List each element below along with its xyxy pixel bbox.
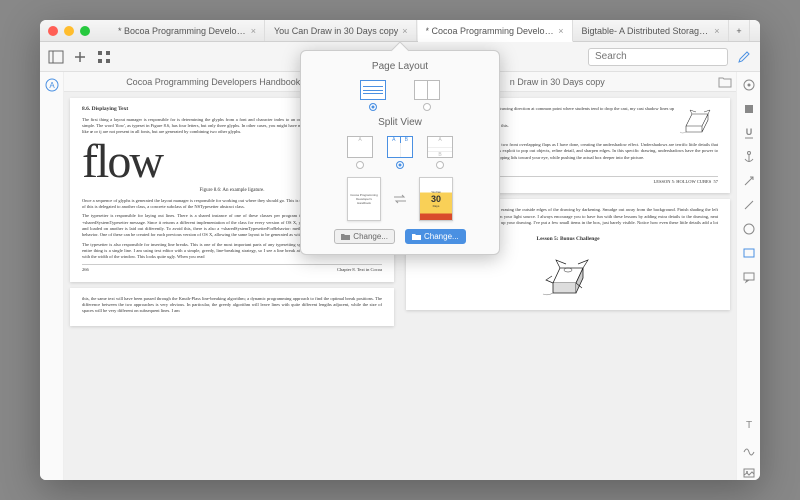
layout-popover: Page Layout Split View A AB AB Cocoa Pro… xyxy=(300,50,500,255)
radio-icon xyxy=(356,161,364,169)
search-input[interactable] xyxy=(588,48,728,66)
close-icon[interactable]: × xyxy=(402,26,407,36)
popover-section-title: Page Layout xyxy=(311,61,489,72)
image-icon[interactable] xyxy=(742,466,756,480)
page-number: 266 xyxy=(82,267,89,273)
underline-icon[interactable]: U xyxy=(742,126,756,140)
split-horizontal-option[interactable]: AB xyxy=(387,136,413,169)
add-button[interactable] xyxy=(72,49,88,65)
highlight-icon[interactable] xyxy=(742,102,756,116)
annotations-icon[interactable]: A xyxy=(45,78,59,92)
edit-button[interactable] xyxy=(736,49,752,65)
change-left-button[interactable]: Change... xyxy=(334,229,395,244)
close-icon[interactable]: × xyxy=(251,26,256,36)
radio-selected-icon xyxy=(396,161,404,169)
rectangle-icon[interactable] xyxy=(742,246,756,260)
target-icon[interactable] xyxy=(742,78,756,92)
open-box-sketch-icon xyxy=(538,248,598,298)
swap-icon[interactable] xyxy=(393,194,407,204)
svg-text:A: A xyxy=(49,81,55,90)
close-window-button[interactable] xyxy=(48,26,58,36)
circle-icon[interactable] xyxy=(742,222,756,236)
note-icon[interactable] xyxy=(742,270,756,284)
minimize-window-button[interactable] xyxy=(64,26,74,36)
svg-text:T: T xyxy=(745,420,751,431)
radio-selected-icon xyxy=(369,103,377,111)
folder-icon xyxy=(341,233,350,240)
sidebar-toggle-button[interactable] xyxy=(48,49,64,65)
anchor-icon[interactable] xyxy=(742,150,756,164)
left-sidebar-strip: A xyxy=(40,72,64,480)
window-titlebar: * Bocoa Programming Develope…× You Can D… xyxy=(40,20,760,42)
split-none-option[interactable]: A xyxy=(347,136,373,169)
svg-text:U: U xyxy=(745,127,752,137)
radio-icon xyxy=(423,103,431,111)
tab-1[interactable]: You Can Draw in 30 Days copy× xyxy=(266,20,417,41)
split-vertical-option[interactable]: AB xyxy=(427,136,453,169)
right-doc-thumbnail[interactable]: You Can 30 Days xyxy=(419,177,453,221)
page-number: 57 xyxy=(714,179,719,184)
folder-icon xyxy=(412,233,421,240)
signature-icon[interactable] xyxy=(742,442,756,456)
change-right-button[interactable]: Change... xyxy=(405,229,466,244)
tab-0[interactable]: * Bocoa Programming Develope…× xyxy=(110,20,265,41)
box-sketch-icon xyxy=(678,106,718,136)
arrow-icon[interactable] xyxy=(742,174,756,188)
left-doc-thumbnail[interactable]: Cocoa Programming Developer's Handbook xyxy=(347,177,381,221)
tab-2[interactable]: * Cocoa Programming Develope…× xyxy=(418,20,573,42)
tab-3[interactable]: Bigtable- A Distributed Storage…× xyxy=(574,20,729,41)
close-icon[interactable]: × xyxy=(558,26,563,36)
tab-strip: * Bocoa Programming Develope…× You Can D… xyxy=(110,20,752,41)
folder-icon[interactable] xyxy=(718,75,732,89)
popover-section-title: Split View xyxy=(311,117,489,128)
chapter-label: Chapter 8. Text in Cocoa xyxy=(337,267,382,273)
single-page-layout-option[interactable] xyxy=(360,80,386,111)
line-icon[interactable] xyxy=(742,198,756,212)
double-page-layout-option[interactable] xyxy=(414,80,440,111)
new-tab-button[interactable]: + xyxy=(730,20,750,41)
right-sidebar-strip: U T xyxy=(736,72,760,480)
zoom-window-button[interactable] xyxy=(80,26,90,36)
grid-view-button[interactable] xyxy=(96,49,112,65)
radio-icon xyxy=(436,161,444,169)
text-tool-icon[interactable]: T xyxy=(742,418,756,432)
close-icon[interactable]: × xyxy=(714,26,719,36)
page-left-2: this, the same text will have been passe… xyxy=(70,288,394,326)
